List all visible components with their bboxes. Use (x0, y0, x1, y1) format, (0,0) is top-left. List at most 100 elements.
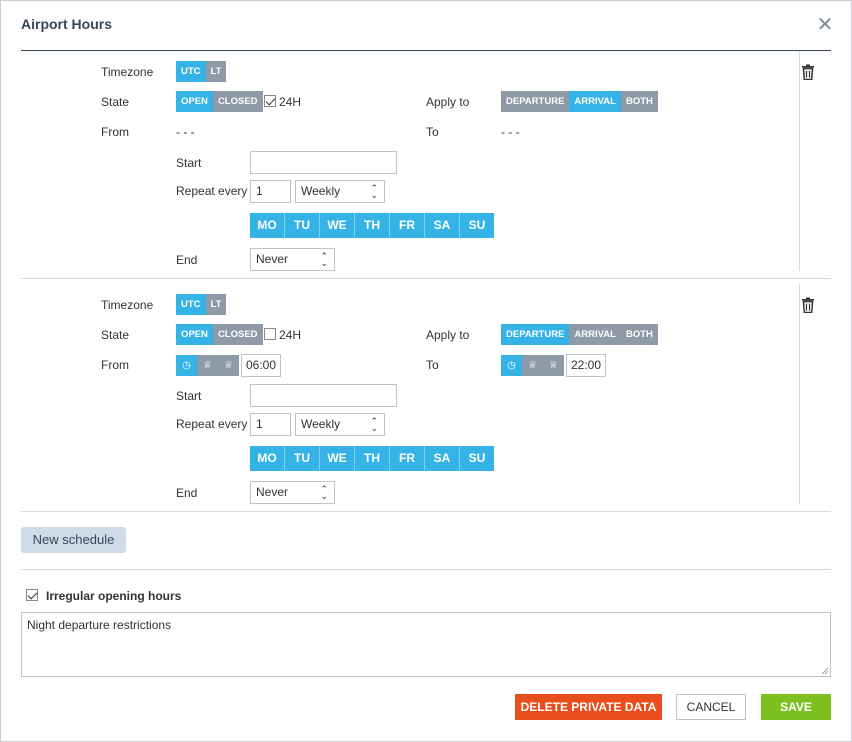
to-time-input[interactable]: 22:00 (566, 354, 606, 377)
state-closed-button[interactable]: CLOSED (212, 91, 263, 112)
repeat-unit-value: Weekly (301, 417, 341, 431)
start-label: Start (176, 389, 202, 403)
updown-icon: ⌃ ⌄ (320, 251, 328, 268)
apply-departure-button[interactable]: DEPARTURE (501, 91, 570, 112)
day-su-button[interactable]: SU (460, 446, 494, 471)
tz-lt-button[interactable]: LT (205, 294, 227, 315)
schedule-separator (21, 511, 831, 512)
state-label: State (101, 95, 130, 109)
end-label: End (176, 486, 198, 500)
from-time-mode: ◷ ♕ ♕ (176, 355, 239, 376)
apply-to-label: Apply to (426, 95, 470, 109)
sunset-icon[interactable]: ♕ (218, 355, 239, 376)
repeat-input[interactable]: 1 (250, 180, 291, 203)
new-schedule-button[interactable]: New schedule (21, 527, 126, 553)
day-tu-button[interactable]: TU (285, 446, 320, 471)
day-th-button[interactable]: TH (355, 213, 390, 238)
end-value: Never (256, 485, 289, 499)
clock-icon[interactable]: ◷ (176, 355, 197, 376)
updown-icon: ⌃ ⌄ (320, 484, 328, 501)
day-tu-button[interactable]: TU (285, 213, 320, 238)
repeat-unit-select[interactable]: Weekly ⌃ ⌄ (295, 180, 385, 203)
day-fr-button[interactable]: FR (390, 213, 425, 238)
h24-checkbox[interactable] (264, 328, 276, 340)
close-icon[interactable]: ✕ (814, 14, 836, 36)
trash-icon[interactable] (801, 297, 815, 313)
tz-utc-button[interactable]: UTC (176, 294, 206, 315)
from-label: From (101, 125, 129, 139)
h24-label: 24H (279, 328, 302, 342)
sunrise-icon[interactable]: ♕ (522, 355, 543, 376)
weekday-selector: MO TU WE TH FR SA SU (250, 213, 494, 238)
apply-departure-button[interactable]: DEPARTURE (501, 324, 570, 345)
irregular-notes-textarea[interactable]: Night departure restrictions (21, 612, 831, 677)
from-label: From (101, 358, 129, 372)
start-input[interactable] (250, 384, 397, 407)
repeat-label: Repeat every (176, 417, 248, 431)
repeat-input[interactable]: 1 (250, 413, 291, 436)
apply-both-button[interactable]: BOTH (620, 324, 658, 345)
updown-icon: ⌃ ⌄ (370, 183, 378, 200)
day-mo-button[interactable]: MO (250, 213, 285, 238)
state-toggle: OPEN CLOSED (176, 324, 263, 345)
state-open-button[interactable]: OPEN (176, 91, 213, 112)
to-label: To (426, 358, 439, 372)
to-time-mode: ◷ ♕ ♕ (501, 355, 564, 376)
end-label: End (176, 253, 198, 267)
schedule-1: Timezone UTC LT State OPEN CLOSED 24H Ap… (21, 51, 831, 278)
end-value: Never (256, 252, 289, 266)
dialog-title: Airport Hours (21, 16, 112, 32)
timezone-toggle: UTC LT (176, 294, 227, 315)
timezone-label: Timezone (101, 65, 154, 79)
repeat-unit-value: Weekly (301, 184, 341, 198)
save-button[interactable]: SAVE (761, 694, 831, 720)
h24-label: 24H (279, 95, 302, 109)
irregular-label: Irregular opening hours (46, 589, 182, 603)
timezone-label: Timezone (101, 298, 154, 312)
repeat-label: Repeat every (176, 184, 248, 198)
from-time-input[interactable]: 06:00 (241, 354, 281, 377)
schedule-2: Timezone UTC LT State OPEN CLOSED 24H Ap… (21, 284, 831, 511)
to-value: - - - (501, 125, 520, 139)
weekday-selector: MO TU WE TH FR SA SU (250, 446, 494, 471)
irregular-checkbox[interactable] (26, 589, 38, 601)
cancel-button[interactable]: CANCEL (676, 694, 746, 720)
sunset-icon[interactable]: ♕ (543, 355, 564, 376)
tz-lt-button[interactable]: LT (205, 61, 227, 82)
state-open-button[interactable]: OPEN (176, 324, 213, 345)
irregular-notes-text: Night departure restrictions (27, 618, 172, 632)
day-mo-button[interactable]: MO (250, 446, 285, 471)
end-select[interactable]: Never ⌃ ⌄ (250, 481, 335, 504)
section-divider (21, 569, 831, 570)
to-label: To (426, 125, 439, 139)
schedule-divider (799, 51, 800, 271)
apply-both-button[interactable]: BOTH (620, 91, 658, 112)
state-closed-button[interactable]: CLOSED (212, 324, 263, 345)
from-value: - - - (176, 125, 195, 139)
h24-checkbox[interactable] (264, 95, 276, 107)
day-su-button[interactable]: SU (460, 213, 494, 238)
apply-arrival-button[interactable]: ARRIVAL (569, 91, 621, 112)
tz-utc-button[interactable]: UTC (176, 61, 206, 82)
day-we-button[interactable]: WE (320, 213, 355, 238)
apply-to-label: Apply to (426, 328, 470, 342)
day-we-button[interactable]: WE (320, 446, 355, 471)
end-select[interactable]: Never ⌃ ⌄ (250, 248, 335, 271)
schedule-divider (799, 284, 800, 504)
day-sa-button[interactable]: SA (425, 213, 460, 238)
day-sa-button[interactable]: SA (425, 446, 460, 471)
clock-icon[interactable]: ◷ (501, 355, 522, 376)
apply-arrival-button[interactable]: ARRIVAL (569, 324, 621, 345)
resize-grip-icon[interactable] (821, 667, 829, 675)
apply-to-toggle: DEPARTURE ARRIVAL BOTH (501, 91, 658, 112)
sunrise-icon[interactable]: ♕ (197, 355, 218, 376)
delete-private-data-button[interactable]: DELETE PRIVATE DATA (515, 694, 662, 720)
apply-to-toggle: DEPARTURE ARRIVAL BOTH (501, 324, 658, 345)
start-input[interactable] (250, 151, 397, 174)
repeat-unit-select[interactable]: Weekly ⌃ ⌄ (295, 413, 385, 436)
timezone-toggle: UTC LT (176, 61, 227, 82)
trash-icon[interactable] (801, 64, 815, 80)
day-fr-button[interactable]: FR (390, 446, 425, 471)
day-th-button[interactable]: TH (355, 446, 390, 471)
state-toggle: OPEN CLOSED (176, 91, 263, 112)
